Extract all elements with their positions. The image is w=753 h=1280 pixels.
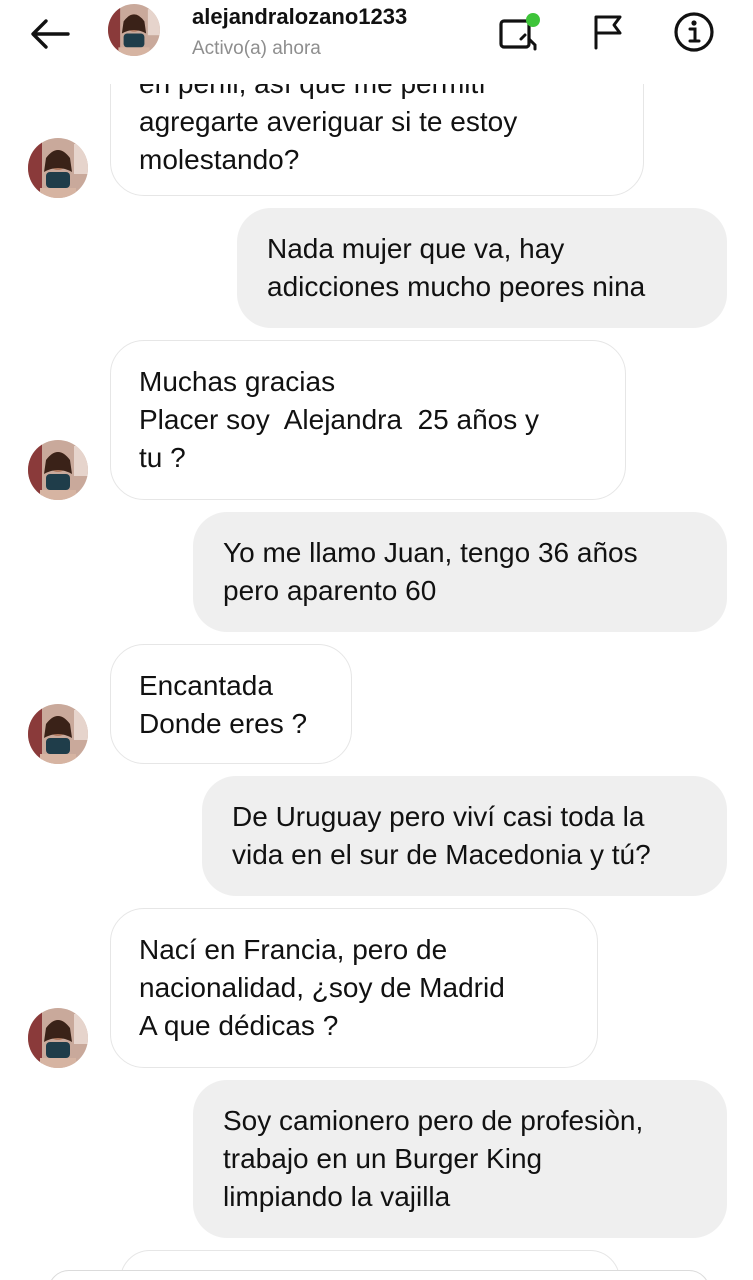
message-line: Nada mujer que va, hay xyxy=(267,233,565,264)
profile-photo xyxy=(28,704,88,764)
message-line: Encantada xyxy=(139,670,273,701)
video-call-button[interactable] xyxy=(496,8,544,56)
message-thread[interactable]: en perfil, así que me permití agregarte … xyxy=(0,0,753,1280)
outgoing-message[interactable]: De Uruguay pero viví casi toda la vida e… xyxy=(202,776,727,896)
message-line: vida en el sur de Macedonia y tú? xyxy=(232,839,651,870)
profile-photo xyxy=(108,4,160,56)
message-line: nacionalidad, ¿soy de Madrid xyxy=(139,972,505,1003)
video-call-icon xyxy=(499,13,540,51)
incoming-message[interactable]: Muchas gracias Placer soy Alejandra 25 a… xyxy=(110,340,626,500)
message-line: A que dédicas ? xyxy=(139,1010,339,1041)
info-icon xyxy=(674,12,714,52)
outgoing-message[interactable]: Yo me llamo Juan, tengo 36 años pero apa… xyxy=(193,512,727,632)
message-line: Soy camionero pero de profesiòn, xyxy=(223,1105,644,1136)
message-line: Muchas gracias xyxy=(139,366,336,397)
arrow-left-icon xyxy=(31,19,70,49)
active-status: Activo(a) ahora xyxy=(192,38,321,59)
message-line: Nací en Francia, pero de xyxy=(139,934,448,965)
dm-screen: en perfil, así que me permití agregarte … xyxy=(0,0,753,1280)
profile-photo xyxy=(28,138,88,198)
message-line: molestando? xyxy=(139,144,300,175)
profile-photo xyxy=(28,440,88,500)
message-line: limpiando la vajilla xyxy=(223,1181,451,1212)
message-line: De Uruguay pero viví casi toda la xyxy=(232,801,645,832)
message-line: Placer soy Alejandra 25 años y xyxy=(139,404,540,435)
chat-username[interactable]: alejandralozano1233 xyxy=(192,4,407,30)
sender-avatar[interactable] xyxy=(28,440,88,500)
message-composer[interactable] xyxy=(48,1270,710,1280)
sender-avatar[interactable] xyxy=(28,138,88,198)
message-line: adicciones mucho peores nina xyxy=(267,271,646,302)
header-avatar[interactable] xyxy=(108,4,160,56)
message-line: pero aparento 60 xyxy=(223,575,437,606)
back-button[interactable] xyxy=(26,12,74,56)
info-button[interactable] xyxy=(670,8,718,56)
outgoing-message[interactable]: Soy camionero pero de profesiòn, trabajo… xyxy=(193,1080,727,1238)
report-button[interactable] xyxy=(584,8,632,56)
message-line: trabajo en un Burger King xyxy=(223,1143,543,1174)
profile-photo xyxy=(28,1008,88,1068)
message-line: Yo me llamo Juan, tengo 36 años xyxy=(223,537,638,568)
chat-header: alejandralozano1233 Activo(a) ahora xyxy=(0,0,753,84)
outgoing-message[interactable]: Nada mujer que va, hay adicciones mucho … xyxy=(237,208,727,328)
message-line: Donde eres ? xyxy=(139,708,308,739)
sender-avatar[interactable] xyxy=(28,704,88,764)
incoming-message[interactable]: Encantada Donde eres ? xyxy=(110,644,352,764)
flag-icon xyxy=(594,15,622,50)
message-line: agregarte averiguar si te estoy xyxy=(139,106,518,137)
sender-avatar[interactable] xyxy=(28,1008,88,1068)
incoming-message[interactable]: Nací en Francia, pero de nacionalidad, ¿… xyxy=(110,908,598,1068)
message-line: tu ? xyxy=(139,442,186,473)
